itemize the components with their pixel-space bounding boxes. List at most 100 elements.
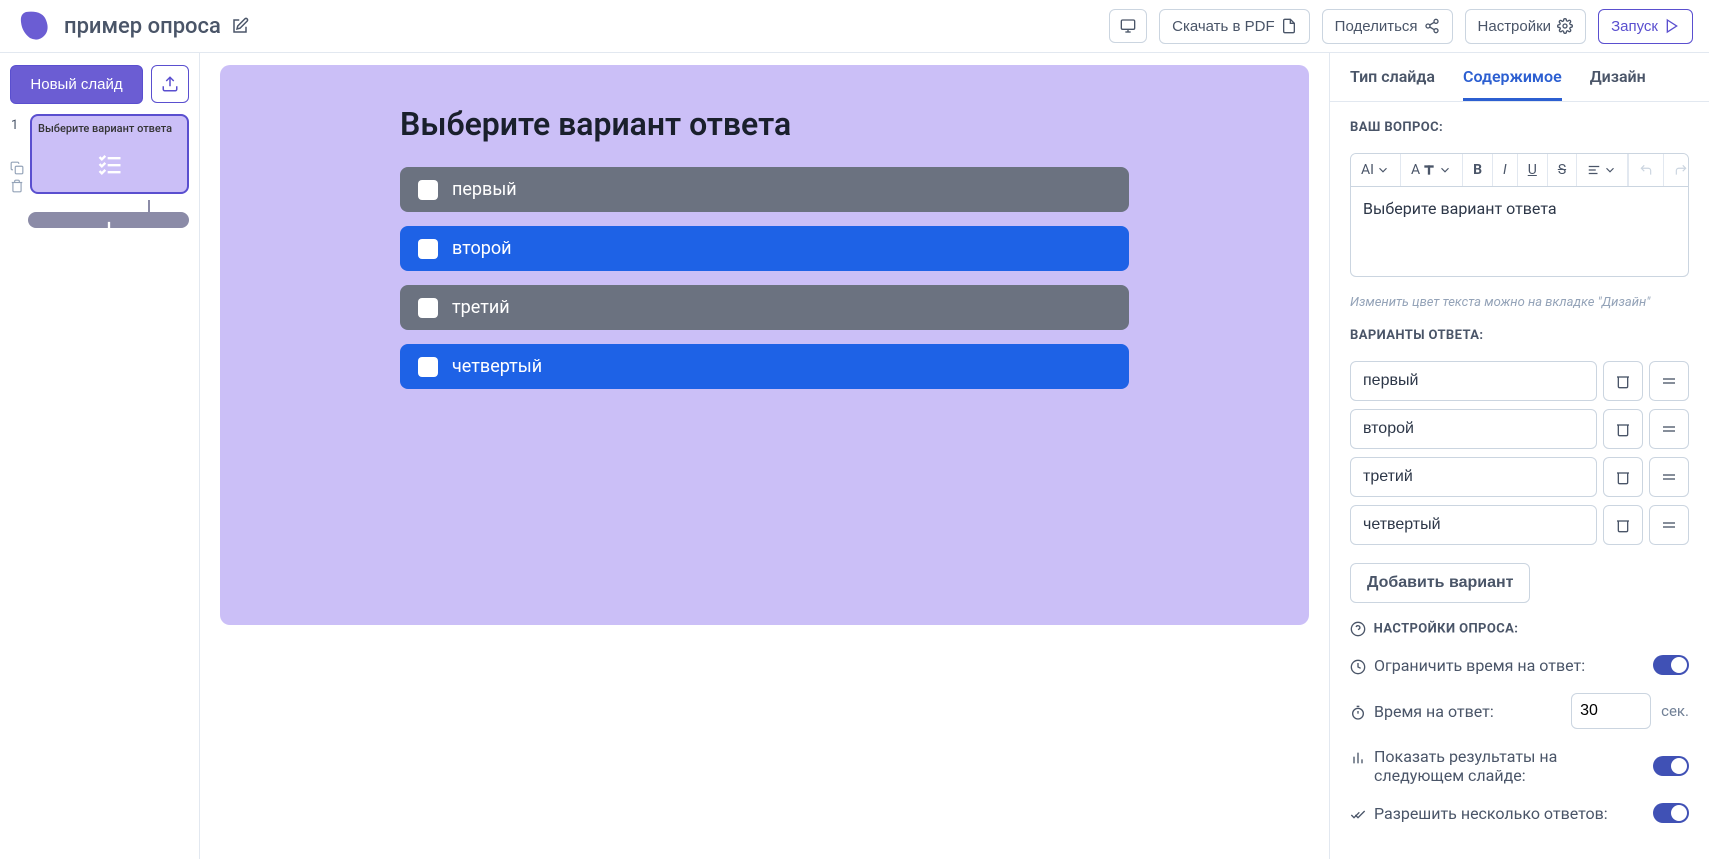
setting-show-results: Показать результаты на следующем слайде: [1350,747,1689,785]
launch-button[interactable]: Запуск [1598,9,1693,44]
settings-button[interactable]: Настройки [1465,9,1587,44]
chevron-down-icon [1603,163,1617,177]
toggle-limit-time[interactable] [1653,655,1689,675]
sidebar: Новый слайд 1 Выберите вариант отве [0,53,200,859]
delete-answer-1[interactable] [1603,361,1643,401]
canvas-area: Выберите вариант ответа первый второй тр… [200,53,1329,859]
toolbar-underline-button[interactable]: U [1518,154,1548,186]
toggle-allow-multiple[interactable] [1653,803,1689,823]
toolbar-align-button[interactable] [1577,154,1628,186]
header: пример опроса Скачать в PDF Поделиться Н… [0,0,1709,53]
bar-chart-icon [95,217,123,245]
answers-section-label: ВАРИАНТЫ ОТВЕТА: [1350,328,1689,343]
checkbox-icon [418,239,438,259]
play-icon [1664,18,1680,34]
answer-row-4 [1350,505,1689,545]
time-suffix: сек. [1661,702,1689,720]
option-2[interactable]: второй [400,226,1129,271]
share-icon [1424,18,1440,34]
toolbar-bold-button[interactable]: B [1463,154,1493,186]
delete-answer-3[interactable] [1603,457,1643,497]
toggle-show-results[interactable] [1653,756,1689,776]
drag-handle-icon [1661,373,1677,389]
question-input[interactable]: Выберите вариант ответа [1350,187,1689,277]
answer-input-3[interactable] [1350,457,1597,497]
answer-row-1 [1350,361,1689,401]
double-check-icon [1350,807,1366,823]
trash-icon [1615,469,1631,485]
tab-design[interactable]: Дизайн [1590,67,1646,101]
toolbar-italic-button[interactable]: I [1493,154,1518,186]
question-hint: Изменить цвет текста можно на вкладке "Д… [1350,295,1689,310]
delete-slide-icon[interactable] [10,179,24,193]
help-circle-icon[interactable] [1350,621,1366,637]
clock-icon [1350,659,1366,675]
drag-handle-icon [1661,421,1677,437]
upload-icon [161,75,179,93]
checkbox-icon [418,180,438,200]
option-3[interactable]: третий [400,285,1129,330]
edit-title-icon[interactable] [231,17,249,35]
trash-icon [1615,421,1631,437]
answer-input-4[interactable] [1350,505,1597,545]
chevron-down-icon [1376,163,1390,177]
drag-answer-3[interactable] [1649,457,1689,497]
delete-answer-2[interactable] [1603,409,1643,449]
tab-content[interactable]: Содержимое [1463,67,1562,101]
checkbox-icon [418,298,438,318]
logo-icon [16,8,52,44]
slide-thumb-title: Выберите вариант ответа [38,122,181,135]
align-left-icon [1587,163,1601,177]
preview-button[interactable] [1109,9,1147,43]
slide-number: 1 [11,114,23,133]
answer-row-2 [1350,409,1689,449]
toolbar-undo-button[interactable] [1629,154,1664,186]
new-slide-button[interactable]: Новый слайд [10,65,143,104]
toolbar-redo-button[interactable] [1664,154,1689,186]
share-button[interactable]: Поделиться [1322,9,1453,44]
drag-handle-icon [1661,517,1677,533]
chevron-down-icon [1438,163,1452,177]
drag-answer-4[interactable] [1649,505,1689,545]
slide-thumbnail-1[interactable]: Выберите вариант ответа [30,114,189,194]
presentation-title: пример опроса [64,14,221,39]
redo-icon [1674,163,1688,177]
checkbox-icon [418,357,438,377]
setting-time-value: Время на ответ: сек. [1350,693,1689,729]
upload-button[interactable] [151,65,189,103]
option-1[interactable]: первый [400,167,1129,212]
tab-slide-type[interactable]: Тип слайда [1350,67,1435,101]
slide-canvas: Выберите вариант ответа первый второй тр… [220,65,1309,625]
toolbar-ai-button[interactable]: AI [1351,154,1401,186]
text-size-icon [1422,163,1436,177]
gear-icon [1557,18,1573,34]
undo-icon [1639,163,1653,177]
stopwatch-icon [1350,705,1366,721]
trash-icon [1615,517,1631,533]
slide-thumbnail-results[interactable] [28,212,189,228]
toolbar-font-button[interactable]: A [1401,154,1463,186]
answer-input-2[interactable] [1350,409,1597,449]
checklist-icon [96,151,124,179]
text-toolbar: AI A B I U S [1350,153,1689,187]
time-input[interactable] [1571,693,1651,729]
chart-icon [1350,750,1366,766]
monitor-icon [1120,18,1136,34]
option-4[interactable]: четвертый [400,344,1129,389]
answer-input-1[interactable] [1350,361,1597,401]
question-section-label: ВАШ ВОПРОС: [1350,120,1689,135]
right-panel: Тип слайда Содержимое Дизайн ВАШ ВОПРОС:… [1329,53,1709,859]
pdf-icon [1281,18,1297,34]
toolbar-strike-button[interactable]: S [1548,154,1577,186]
question-title: Выберите вариант ответа [400,105,1129,143]
drag-handle-icon [1661,469,1677,485]
drag-answer-2[interactable] [1649,409,1689,449]
delete-answer-4[interactable] [1603,505,1643,545]
answer-row-3 [1350,457,1689,497]
slide-connector [148,200,150,212]
trash-icon [1615,373,1631,389]
download-pdf-button[interactable]: Скачать в PDF [1159,9,1310,44]
duplicate-slide-icon[interactable] [10,161,24,175]
add-variant-button[interactable]: Добавить вариант [1350,563,1530,603]
drag-answer-1[interactable] [1649,361,1689,401]
